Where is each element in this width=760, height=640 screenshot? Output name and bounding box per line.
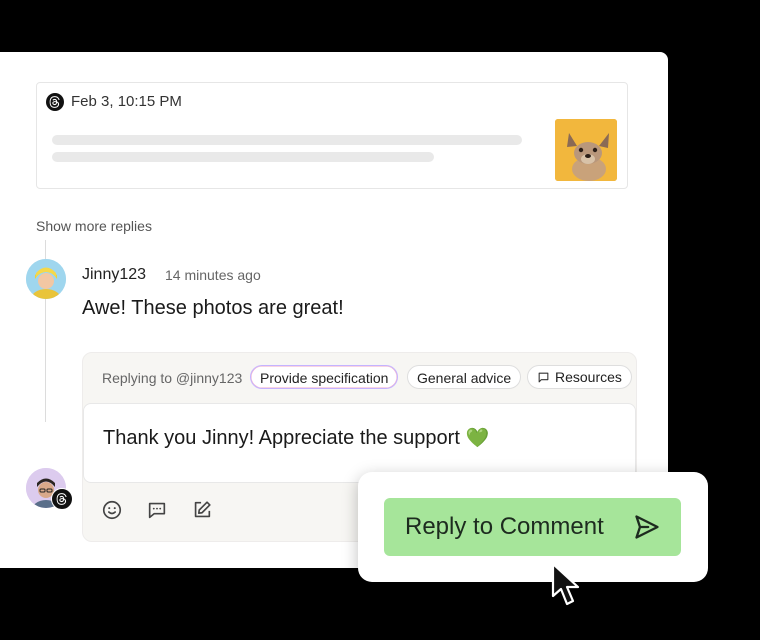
chip-provide-specification[interactable]: Provide specification [250, 365, 399, 389]
chip-resources[interactable]: Resources [527, 365, 632, 389]
send-icon [635, 515, 659, 539]
comment-text: Awe! These photos are great! [82, 297, 344, 319]
show-more-replies-link[interactable]: Show more replies [36, 218, 152, 234]
threads-icon [46, 93, 64, 111]
smile-icon[interactable] [101, 499, 123, 521]
green-heart-emoji: 💚 [465, 428, 490, 449]
post-text-placeholder-line [52, 135, 522, 145]
post-thumbnail-image[interactable] [555, 119, 617, 181]
edit-icon[interactable] [191, 499, 213, 521]
threads-icon [51, 488, 73, 510]
original-post-card[interactable]: Feb 3, 10:15 PM [36, 82, 628, 189]
comment-timestamp: 14 minutes ago [165, 267, 261, 283]
post-date: Feb 3, 10:15 PM [71, 93, 182, 110]
message-square-icon [538, 372, 549, 382]
message-dots-icon[interactable] [146, 499, 168, 521]
chip-resources-label: Resources [555, 369, 622, 385]
mouse-cursor-icon [551, 562, 580, 606]
french-bulldog-photo [555, 119, 617, 181]
reply-button-label: Reply to Comment [405, 513, 604, 540]
reply-to-comment-button[interactable]: Reply to Comment [384, 498, 681, 556]
reply-input-text: Thank you Jinny! Appreciate the support … [103, 426, 489, 450]
comment-username[interactable]: Jinny123 [82, 266, 146, 284]
chip-general-advice[interactable]: General advice [407, 365, 522, 389]
reply-input[interactable]: Thank you Jinny! Appreciate the support … [83, 403, 636, 483]
reply-text: Thank you Jinny! Appreciate the support [103, 427, 460, 449]
reply-action-card: Reply to Comment [358, 472, 708, 582]
replying-to-label: Replying to @jinny123 [102, 370, 243, 386]
post-text-placeholder-line [52, 152, 434, 162]
avatar[interactable] [26, 259, 66, 299]
